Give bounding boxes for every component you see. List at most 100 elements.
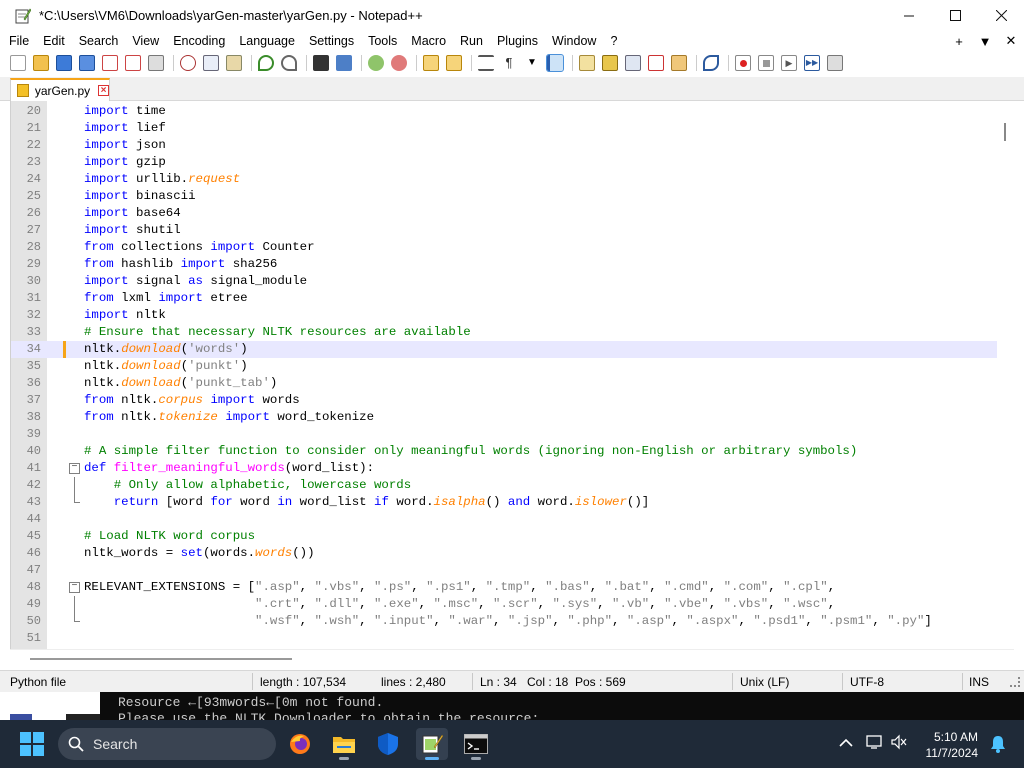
menu-macro[interactable]: Macro (404, 34, 453, 48)
title-bar[interactable]: *C:\Users\VM6\Downloads\yarGen-master\ya… (0, 0, 1024, 31)
save-macro-icon[interactable] (827, 55, 843, 71)
close-tab-icon[interactable]: × (98, 85, 109, 96)
stop-macro-icon[interactable] (758, 55, 774, 71)
code-line[interactable]: 21 import lief (11, 120, 1014, 137)
horizontal-scrollbar[interactable] (10, 649, 1014, 666)
maximize-button[interactable] (932, 0, 978, 31)
record-macro-icon[interactable] (735, 55, 751, 71)
run-macro-multiple-icon[interactable]: ▶▶ (804, 55, 820, 71)
code-line[interactable]: 44 (11, 511, 1014, 528)
volume-muted-icon[interactable] (890, 734, 910, 755)
code-line[interactable]: 24 import urllib.request (11, 171, 1014, 188)
code-line[interactable]: 33 # Ensure that necessary NLTK resources… (11, 324, 1014, 341)
code-line[interactable]: 31 from lxml import etree (11, 290, 1014, 307)
code-line[interactable]: 46 nltk_words = set(words.words()) (11, 545, 1014, 562)
status-eol[interactable]: Unix (LF) (740, 675, 789, 689)
network-icon[interactable] (866, 734, 886, 755)
tab-yargen-py[interactable]: yarGen.py × (10, 78, 110, 101)
close-document-button[interactable]: ✕ (998, 33, 1024, 49)
copy-icon[interactable] (203, 55, 219, 71)
taskbar-clock[interactable]: 5:10 AM 11/7/2024 (926, 729, 979, 761)
code-line[interactable]: 29 from hashlib import sha256 (11, 256, 1014, 273)
file-explorer-taskbar-icon[interactable] (328, 728, 360, 760)
menu-settings[interactable]: Settings (302, 34, 361, 48)
cut-icon[interactable] (180, 55, 196, 71)
new-file-icon[interactable] (10, 55, 26, 71)
code-line[interactable]: 40 # A simple filter function to consider… (11, 443, 1014, 460)
taskbar-search-box[interactable]: Search (58, 728, 276, 760)
code-line[interactable]: 23 import gzip (11, 154, 1014, 171)
menu-search[interactable]: Search (72, 34, 126, 48)
minimize-button[interactable] (886, 0, 932, 31)
code-lines[interactable]: 20 import time 21 import lief 22 import json 2… (11, 103, 1014, 647)
indent-guide-icon[interactable] (546, 54, 564, 72)
vertical-scroll-thumb[interactable] (1004, 123, 1006, 141)
tab-list-dropdown-button[interactable]: ▼ (972, 34, 998, 49)
chevron-down-icon[interactable]: ▼ (524, 55, 540, 71)
code-line[interactable]: 41 − def filter_meaningful_words(word_list… (11, 460, 1014, 477)
find-icon[interactable] (313, 55, 329, 71)
code-editor[interactable]: 20 import time 21 import lief 22 import json 2… (10, 101, 1014, 649)
function-list-icon[interactable] (648, 55, 664, 71)
code-line[interactable]: 34 nltk.download('words') (11, 341, 1014, 358)
replace-icon[interactable] (336, 55, 352, 71)
code-line[interactable]: 49 ".crt", ".dll", ".exe", ".msc", ".scr… (11, 596, 1014, 613)
terminal-taskbar-icon[interactable] (460, 728, 492, 760)
menu-edit[interactable]: Edit (36, 34, 72, 48)
status-insert-mode[interactable]: INS (969, 675, 989, 689)
paste-icon[interactable] (226, 55, 242, 71)
fold-collapse-icon[interactable]: − (69, 582, 80, 593)
code-line[interactable]: 38 from nltk.tokenize import word_tokeniz… (11, 409, 1014, 426)
code-line[interactable]: 50 ".wsf", ".wsh", ".input", ".war", ".j… (11, 613, 1014, 630)
code-line[interactable]: 39 (11, 426, 1014, 443)
start-button[interactable] (20, 732, 44, 756)
code-line[interactable]: 28 from collections import Counter (11, 239, 1014, 256)
undo-icon[interactable] (258, 55, 274, 71)
menu-window[interactable]: Window (545, 34, 603, 48)
print-icon[interactable] (148, 55, 164, 71)
fold-collapse-icon[interactable]: − (69, 463, 80, 474)
zoom-in-icon[interactable] (368, 55, 384, 71)
code-line[interactable]: 32 import nltk (11, 307, 1014, 324)
close-file-icon[interactable] (102, 55, 118, 71)
menu-encoding[interactable]: Encoding (166, 34, 232, 48)
new-tab-plus-button[interactable]: + (946, 34, 972, 49)
horizontal-scroll-thumb[interactable] (30, 658, 292, 660)
notepadpp-taskbar-icon[interactable] (416, 728, 448, 760)
code-line[interactable]: 43 return [word for word in word_list if… (11, 494, 1014, 511)
defender-taskbar-icon[interactable] (372, 728, 404, 760)
menu-language[interactable]: Language (232, 34, 302, 48)
code-line[interactable]: 51 (11, 630, 1014, 647)
menu-tools[interactable]: Tools (361, 34, 404, 48)
close-all-icon[interactable] (125, 55, 141, 71)
save-all-icon[interactable] (79, 55, 95, 71)
menu-plugins[interactable]: Plugins (490, 34, 545, 48)
sync-vertical-icon[interactable] (423, 55, 439, 71)
language-udf-icon[interactable] (579, 55, 595, 71)
code-line[interactable]: 22 import json (11, 137, 1014, 154)
firefox-taskbar-icon[interactable] (284, 728, 316, 760)
menu-view[interactable]: View (125, 34, 166, 48)
code-line[interactable]: 35 nltk.download('punkt') (11, 358, 1014, 375)
close-button[interactable] (978, 0, 1024, 31)
code-line[interactable]: 27 import shutil (11, 222, 1014, 239)
vertical-scrollbar[interactable] (997, 101, 1014, 649)
redo-icon[interactable] (281, 55, 297, 71)
menu-file[interactable]: File (0, 34, 36, 48)
code-line[interactable]: 20 import time (11, 103, 1014, 120)
background-console-window[interactable]: Resource ←[93mwords←[0m not found. Pleas… (0, 692, 1024, 720)
code-line[interactable]: 36 nltk.download('punkt_tab') (11, 375, 1014, 392)
folder-as-workspace-icon[interactable] (671, 55, 687, 71)
code-line[interactable]: 42 # Only allow alphabetic, lowercase wo… (11, 477, 1014, 494)
monitoring-eye-icon[interactable] (703, 55, 719, 71)
sync-horizontal-icon[interactable] (446, 55, 462, 71)
zoom-out-icon[interactable] (391, 55, 407, 71)
code-line[interactable]: 45 # Load NLTK word corpus (11, 528, 1014, 545)
chevron-up-icon[interactable] (836, 735, 856, 753)
menu-help[interactable]: ? (603, 34, 624, 48)
menu-run[interactable]: Run (453, 34, 490, 48)
code-line[interactable]: 25 import binascii (11, 188, 1014, 205)
save-icon[interactable] (56, 55, 72, 71)
document-list-icon[interactable] (625, 55, 641, 71)
status-encoding[interactable]: UTF-8 (850, 675, 884, 689)
